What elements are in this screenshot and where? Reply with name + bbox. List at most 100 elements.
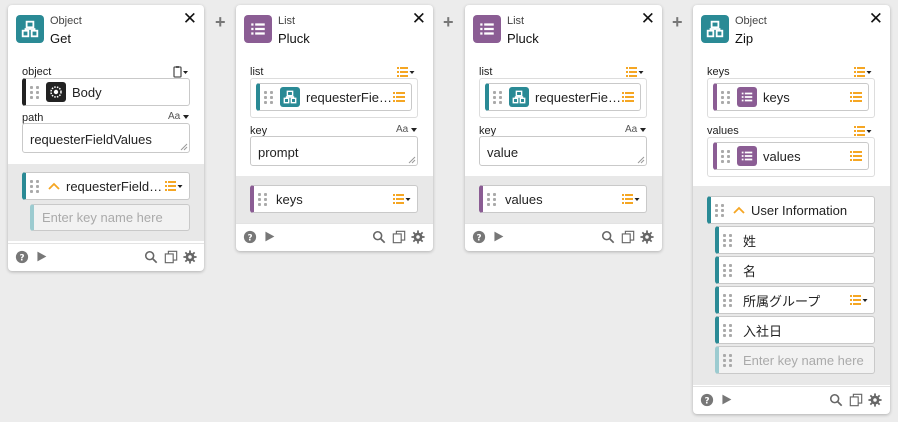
list-menu-icon[interactable] [622,91,634,103]
drag-handle-icon[interactable] [721,149,733,163]
output-chip[interactable]: requesterFieldVal... [22,172,190,200]
drag-handle-icon[interactable] [493,90,505,104]
output-chip[interactable]: values [479,185,647,213]
play-icon[interactable] [492,230,505,243]
list-pluck-card: List Pluck ✕ list requesterFieldV... key… [236,5,433,251]
card-name-label: Zip [735,31,754,46]
card-header: List Pluck ✕ [465,5,662,55]
key-input[interactable]: value [479,136,647,166]
drag-handle-icon[interactable] [258,192,270,206]
key-row[interactable]: 姓 [715,226,875,254]
close-icon[interactable]: ✕ [412,9,426,29]
help-icon[interactable] [700,393,714,407]
chevron-down-icon[interactable] [640,128,646,132]
path-input[interactable]: requesterFieldValues [22,123,190,153]
text-type-icon[interactable]: Aa [396,124,408,135]
search-icon[interactable] [829,393,843,407]
drag-handle-icon[interactable] [487,192,499,206]
path-value: requesterFieldValues [30,132,152,147]
card-name-label: Pluck [278,31,310,46]
play-icon[interactable] [720,393,733,406]
key-name-input[interactable]: Enter key name here [715,346,875,374]
keys-input-chip[interactable]: keys [713,83,869,111]
search-icon[interactable] [144,250,158,264]
output-value: values [505,191,543,207]
list-menu-icon[interactable] [626,66,644,78]
key-row[interactable]: 名 [715,256,875,284]
card-footer [465,223,662,251]
drag-handle-icon[interactable] [723,293,735,307]
resize-grip-icon[interactable] [637,156,645,164]
gear-icon[interactable] [868,393,882,407]
key-row[interactable]: 入社日 [715,316,875,344]
list-menu-icon[interactable] [854,125,872,137]
help-icon[interactable] [472,230,486,244]
gear-icon[interactable] [411,230,425,244]
help-icon[interactable] [15,250,29,264]
drag-handle-icon[interactable] [715,203,727,217]
close-icon[interactable]: ✕ [869,9,883,29]
list-menu-icon[interactable] [393,91,405,103]
object-icon [701,15,729,43]
output-chip[interactable]: keys [250,185,418,213]
add-step-plus-icon[interactable]: + [672,12,683,33]
chevron-down-icon[interactable] [183,115,189,119]
copy-icon[interactable] [164,250,178,264]
text-type-icon[interactable]: Aa [168,111,180,122]
add-step-plus-icon[interactable]: + [443,12,454,33]
keys-value: keys [763,89,790,105]
gear-icon[interactable] [183,250,197,264]
list-pluck-card: List Pluck ✕ list requesterFieldV... key… [465,5,662,251]
output-group-chip[interactable]: User Information [707,196,875,224]
list-menu-icon[interactable] [850,294,868,306]
output-value: keys [276,191,303,207]
copy-icon[interactable] [849,393,863,407]
drag-handle-icon[interactable] [264,90,276,104]
drag-handle-icon[interactable] [723,263,735,277]
close-icon[interactable]: ✕ [183,9,197,29]
drag-handle-icon[interactable] [30,179,42,193]
resize-grip-icon[interactable] [408,156,416,164]
key-value: value [487,145,519,160]
clipboard-icon[interactable] [172,65,188,79]
chevron-down-icon[interactable] [411,128,417,132]
values-input-chip[interactable]: values [713,142,869,170]
object-input-chip[interactable]: Body [22,78,190,106]
card-header: List Pluck ✕ [236,5,433,55]
list-menu-icon[interactable] [397,66,415,78]
list-label: list [479,66,493,78]
play-icon[interactable] [263,230,276,243]
chevron-up-icon[interactable] [733,206,745,214]
list-menu-icon[interactable] [850,91,862,103]
list-menu-icon[interactable] [850,150,862,162]
close-icon[interactable]: ✕ [641,9,655,29]
copy-icon[interactable] [621,230,635,244]
drag-handle-icon[interactable] [723,323,735,337]
add-step-plus-icon[interactable]: + [215,12,226,33]
drag-handle-icon[interactable] [723,353,735,367]
resize-grip-icon[interactable] [180,143,188,151]
search-icon[interactable] [601,230,615,244]
key-name-placeholder: Enter key name here [42,210,163,225]
list-menu-icon[interactable] [165,180,183,192]
list-input-chip[interactable]: requesterFieldV... [256,83,412,111]
copy-icon[interactable] [392,230,406,244]
list-menu-icon[interactable] [393,193,411,205]
card-name-label: Get [50,31,71,46]
gear-icon[interactable] [640,230,654,244]
drag-handle-icon[interactable] [30,85,42,99]
drag-handle-icon[interactable] [723,233,735,247]
chevron-up-icon[interactable] [48,182,60,190]
play-icon[interactable] [35,250,48,263]
key-name-input[interactable]: Enter key name here [30,204,190,231]
list-menu-icon[interactable] [622,193,640,205]
text-type-icon[interactable]: Aa [625,124,637,135]
key-row[interactable]: 所属グループ [715,286,875,314]
search-icon[interactable] [372,230,386,244]
card-header: Object Zip ✕ [693,5,890,55]
drag-handle-icon[interactable] [721,90,733,104]
list-input-chip[interactable]: requesterFieldV... [485,83,641,111]
list-menu-icon[interactable] [854,66,872,78]
key-input[interactable]: prompt [250,136,418,166]
help-icon[interactable] [243,230,257,244]
